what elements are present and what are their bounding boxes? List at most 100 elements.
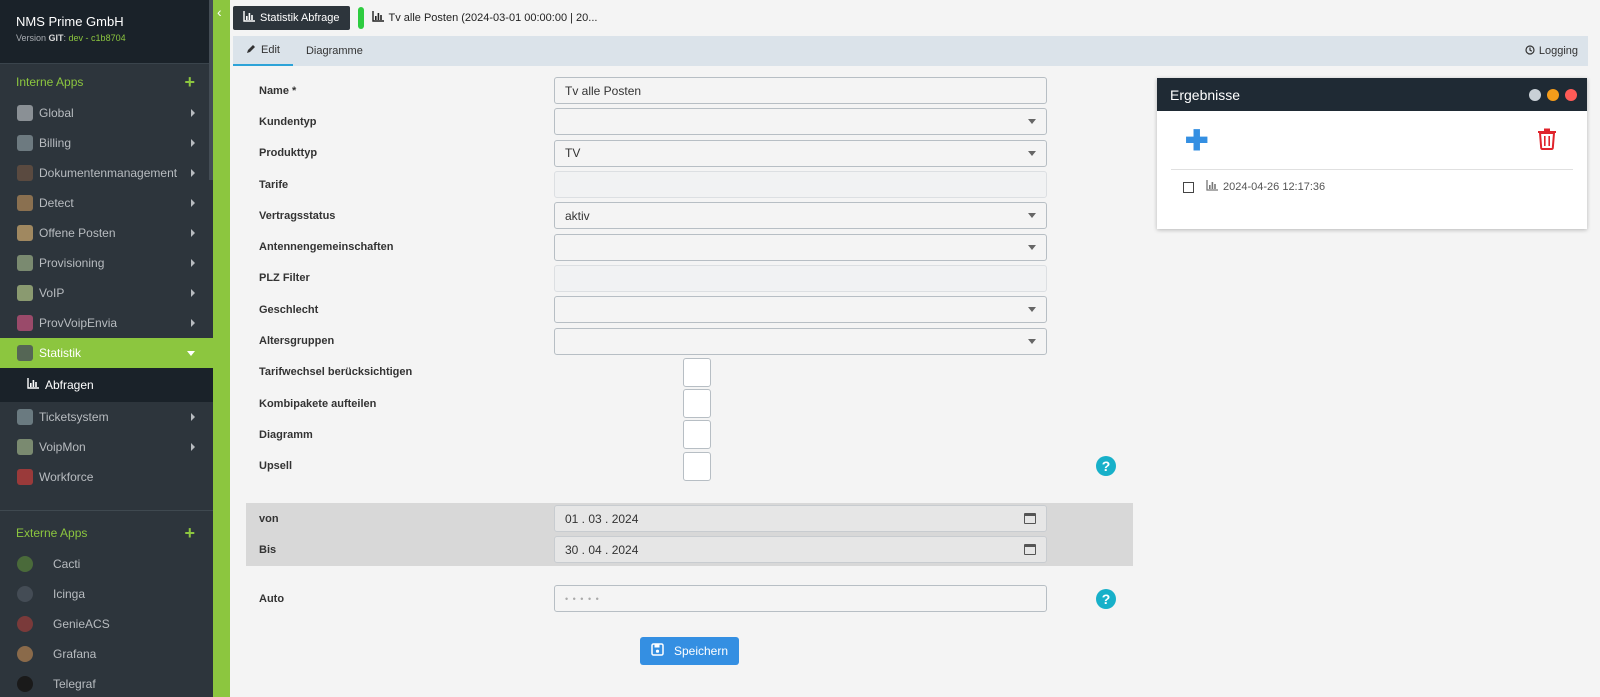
statistik-abfrage-button[interactable]: Statistik Abfrage <box>233 6 350 30</box>
result-item[interactable]: 2024-04-26 12:17:36 <box>1157 170 1587 194</box>
caret-right-icon <box>191 259 195 267</box>
external-app-icinga[interactable]: Icinga <box>0 579 213 609</box>
bar-chart-icon <box>1206 180 1218 194</box>
sidebar-item-label: Global <box>39 106 74 120</box>
version-git-value: dev - c1b8704 <box>68 33 126 43</box>
tab-diagramme[interactable]: Diagramme <box>293 36 376 66</box>
breadcrumb[interactable]: Tv alle Posten (2024-03-01 00:00:00 | 20… <box>371 11 597 25</box>
bis-date-input[interactable]: 30 . 04 . 2024 <box>554 536 1047 564</box>
dropdown-arrow-icon <box>1028 213 1036 219</box>
bis-date-value: 30 . 04 . 2024 <box>565 542 639 557</box>
bar-chart-icon <box>371 11 384 25</box>
calendar-icon[interactable] <box>1024 513 1036 524</box>
cacti-icon <box>17 556 33 572</box>
grafana-icon <box>17 646 33 662</box>
sidebar-item-workforce[interactable]: Workforce <box>0 462 213 492</box>
sidebar-item-label: ProvVoipEnvia <box>39 316 118 330</box>
sidebar-item-voipmon[interactable]: VoipMon <box>0 432 213 462</box>
result-checkbox[interactable] <box>1183 181 1194 193</box>
logging-label: Logging <box>1538 45 1578 57</box>
tab-edit[interactable]: Edit <box>233 36 293 66</box>
upsell-checkbox[interactable] <box>683 451 711 481</box>
help-icon[interactable]: ? <box>1096 588 1116 609</box>
kombipakete-checkbox[interactable] <box>683 389 711 419</box>
auto-input[interactable]: • • • • • <box>554 585 1047 612</box>
sidebar-item-detect[interactable]: Detect <box>0 188 213 218</box>
external-app-label: Icinga <box>53 587 86 601</box>
plz-filter-input[interactable] <box>554 264 1047 292</box>
logging-link[interactable]: Logging <box>1525 44 1588 58</box>
sidebar-item-label: Dokumentenmanagement <box>39 166 178 180</box>
caret-right-icon <box>191 289 195 297</box>
genieacs-icon <box>17 616 33 632</box>
sidebar-item-global[interactable]: Global <box>0 98 213 128</box>
chevron-left-icon[interactable]: ‹ <box>217 4 222 20</box>
help-icon[interactable]: ? <box>1096 456 1116 477</box>
globe-icon <box>17 105 33 121</box>
form-row-produkttyp: Produkttyp TV <box>246 138 1133 169</box>
version-git-label: GIT <box>48 33 64 43</box>
sidebar-collapse-bar[interactable]: ‹ <box>213 0 230 697</box>
save-button[interactable]: Speichern <box>640 637 739 665</box>
tarife-select[interactable] <box>554 171 1047 199</box>
sidebar-item-provisioning[interactable]: Provisioning <box>0 248 213 278</box>
statistics-icon <box>17 345 33 361</box>
results-panel: Ergebnisse ✚ 2024-04-26 12:17:36 <box>1157 78 1587 229</box>
produkttyp-select[interactable]: TV <box>554 139 1047 167</box>
external-app-cacti[interactable]: Cacti <box>0 549 213 579</box>
provisioning-icon <box>17 255 33 271</box>
envia-icon <box>17 315 33 331</box>
sidebar-item-label: Workforce <box>39 470 94 484</box>
name-input[interactable]: Tv alle Posten <box>554 77 1047 105</box>
sidebar-item-label: Statistik <box>39 346 82 360</box>
expand-icon[interactable] <box>1529 88 1541 101</box>
external-app-grafana[interactable]: Grafana <box>0 639 213 669</box>
diagramm-checkbox[interactable] <box>683 420 711 450</box>
calendar-icon[interactable] <box>1024 544 1036 556</box>
von-label: von <box>259 512 279 525</box>
tarifwechsel-checkbox[interactable] <box>683 357 711 387</box>
kombipakete-label: Kombipakete aufteilen <box>259 397 377 410</box>
add-icon[interactable]: ✚ <box>1171 124 1208 157</box>
dropdown-arrow-icon <box>1028 119 1036 125</box>
von-date-input[interactable]: 01 . 03 . 2024 <box>554 505 1047 532</box>
form-row-geschlecht: Geschlecht <box>246 294 1133 325</box>
add-external-app-icon[interactable]: + <box>184 523 195 544</box>
kundentyp-select[interactable] <box>554 108 1047 136</box>
version-prefix: Version <box>16 33 49 43</box>
sidebar-item-offene-posten[interactable]: Offene Posten <box>0 218 213 248</box>
form-row-upsell: Upsell ? <box>246 451 1133 482</box>
altersgruppen-select[interactable] <box>554 327 1047 355</box>
geschlecht-label: Geschlecht <box>259 303 319 316</box>
results-title: Ergebnisse <box>1170 86 1241 103</box>
antennengemeinschaften-select[interactable] <box>554 233 1047 261</box>
tab-diagramme-label: Diagramme <box>305 45 363 57</box>
close-icon[interactable] <box>1565 88 1577 101</box>
upsell-label: Upsell <box>259 460 293 473</box>
top-bar: Statistik Abfrage Tv alle Posten (2024-0… <box>230 0 1600 36</box>
minimize-icon[interactable] <box>1547 88 1559 101</box>
ticket-icon <box>17 409 33 425</box>
geschlecht-select[interactable] <box>554 296 1047 324</box>
sidebar-item-voip[interactable]: VoIP <box>0 278 213 308</box>
form-row-tarifwechsel: Tarifwechsel berücksichtigen <box>246 357 1133 388</box>
form-row-vertragsstatus: Vertragsstatus aktiv <box>246 200 1133 231</box>
add-internal-app-icon[interactable]: + <box>184 72 195 93</box>
caret-right-icon <box>191 199 195 207</box>
external-app-telegraf[interactable]: Telegraf <box>0 669 213 697</box>
sidebar-item-statistik[interactable]: Statistik <box>0 338 213 368</box>
external-apps-header: Externe Apps + <box>0 517 213 549</box>
sidebar-item-ticketsystem[interactable]: Ticketsystem <box>0 402 213 432</box>
sidebar-item-provvoipenvia[interactable]: ProvVoipEnvia <box>0 308 213 338</box>
result-timestamp: 2024-04-26 12:17:36 <box>1223 181 1326 193</box>
produkttyp-label: Produkttyp <box>259 147 318 160</box>
trash-icon[interactable] <box>1537 128 1573 153</box>
workforce-icon <box>17 469 33 485</box>
sidebar-item-dokumentenmanagement[interactable]: Dokumentenmanagement <box>0 158 213 188</box>
sidebar-item-label: Provisioning <box>39 256 105 270</box>
sidebar-subitem-abfragen[interactable]: Abfragen <box>0 368 213 402</box>
dropdown-arrow-icon <box>1028 150 1036 156</box>
external-app-genieacs[interactable]: GenieACS <box>0 609 213 639</box>
sidebar-item-billing[interactable]: Billing <box>0 128 213 158</box>
vertragsstatus-select[interactable]: aktiv <box>554 202 1047 230</box>
